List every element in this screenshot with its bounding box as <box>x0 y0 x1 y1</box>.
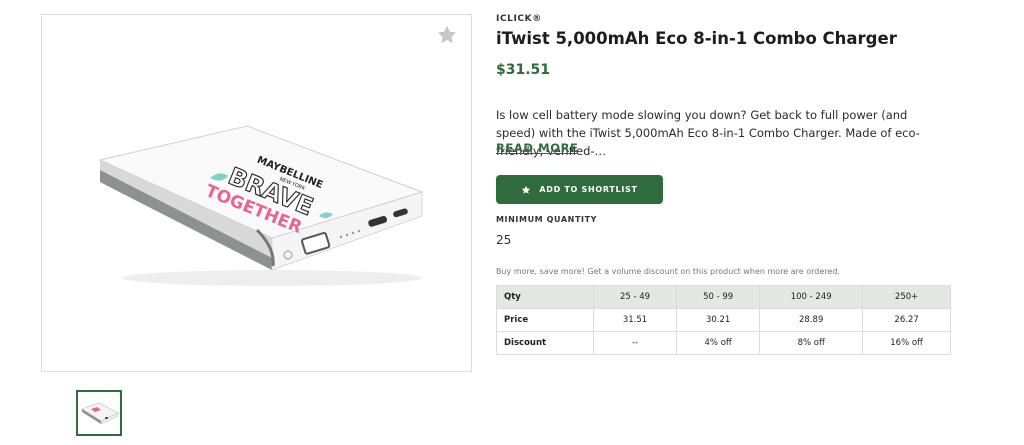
product-price: $31.51 <box>496 62 551 78</box>
volume-discount-note: Buy more, save more! Get a volume discou… <box>496 267 840 276</box>
header-tier-2: 50 - 99 <box>676 285 761 309</box>
header-tier-4: 250+ <box>862 285 951 309</box>
header-tier-1: 25 - 49 <box>592 285 678 309</box>
price-cell: 31.51 <box>592 308 678 332</box>
row-label-discount: Discount <box>496 331 594 355</box>
minimum-quantity-label: MINIMUM QUANTITY <box>496 215 598 224</box>
add-to-shortlist-button[interactable]: ADD TO SHORTLIST <box>496 175 663 204</box>
thumbnail-image <box>81 402 119 425</box>
discount-cell: 8% off <box>759 331 864 355</box>
header-qty: Qty <box>496 285 594 309</box>
table-header-row: Qty 25 - 49 50 - 99 100 - 249 250+ <box>496 285 951 309</box>
discount-cell: 16% off <box>862 331 951 355</box>
table-row: Discount -- 4% off 8% off 16% off <box>496 331 951 355</box>
discount-cell: 4% off <box>676 331 761 355</box>
shortlist-label: ADD TO SHORTLIST <box>539 185 638 194</box>
product-title: iTwist 5,000mAh Eco 8-in-1 Combo Charger <box>496 29 897 48</box>
price-cell: 26.27 <box>862 308 951 332</box>
volume-pricing-table: Qty 25 - 49 50 - 99 100 - 249 250+ Price… <box>496 285 951 355</box>
product-image-frame: MAYBELLINE NEW YORK BRAVE TOGETHER <box>41 14 472 372</box>
row-label-price: Price <box>496 308 594 332</box>
discount-cell: -- <box>592 331 678 355</box>
read-more-link[interactable]: READ MORE <box>496 141 579 155</box>
product-thumbnail[interactable] <box>76 390 122 436</box>
table-row: Price 31.51 30.21 28.89 26.27 <box>496 308 951 332</box>
minimum-quantity-value: 25 <box>496 233 512 247</box>
star-icon <box>522 185 531 194</box>
price-cell: 30.21 <box>676 308 761 332</box>
header-tier-3: 100 - 249 <box>759 285 864 309</box>
price-cell: 28.89 <box>759 308 864 332</box>
star-outline-icon[interactable] <box>437 25 457 45</box>
product-image: MAYBELLINE NEW YORK BRAVE TOGETHER <box>98 125 424 286</box>
brand-name: ICLICK® <box>496 14 542 24</box>
